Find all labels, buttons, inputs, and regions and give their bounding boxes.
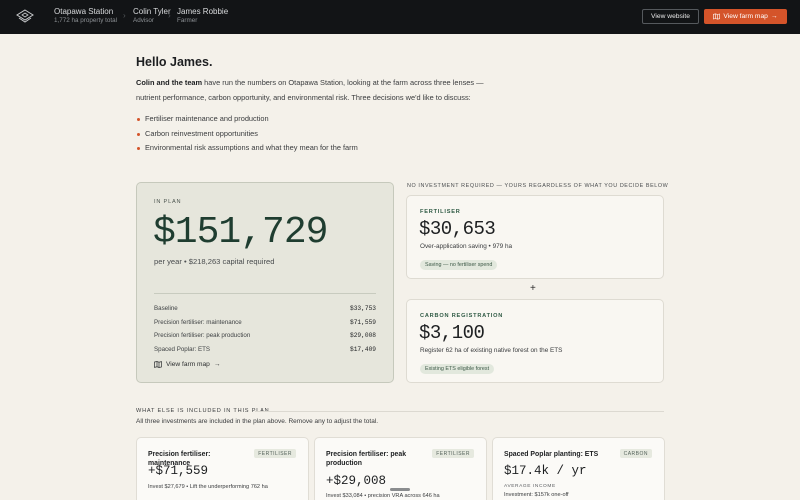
plan-breakdown: Baseline $33,753 Precision fertiliser: ma… — [154, 302, 376, 357]
status-badge: Existing ETS eligible forest — [420, 364, 495, 374]
intro-paragraph: Colin and the team have run the numbers … — [136, 75, 506, 105]
investment-name: Precision fertiliser: peak production — [326, 451, 407, 467]
investment-amount: +$71,559 — [148, 464, 209, 478]
table-row: Spaced Poplar: ETS $17,409 — [154, 343, 376, 357]
carbon-value: $3,100 — [419, 322, 485, 344]
farmer-role: Farmer — [177, 17, 198, 24]
fertiliser-value: $30,653 — [419, 218, 496, 240]
investment-card-spaced-poplar[interactable]: Spaced Poplar planting: ETS CARBON $17.4… — [492, 437, 665, 500]
fertiliser-eyebrow: FERTILISER — [420, 209, 461, 215]
view-website-button[interactable]: View website — [642, 9, 699, 24]
carbon-registration-card: CARBON REGISTRATION $3,100 Register 62 h… — [406, 299, 664, 383]
row-value: $29,008 — [350, 332, 376, 340]
layers-icon[interactable] — [16, 9, 34, 25]
row-label: Spaced Poplar: ETS — [154, 346, 211, 354]
table-row: Baseline $33,753 — [154, 302, 376, 316]
row-label: Precision fertiliser: maintenance — [154, 318, 242, 326]
investment-detail: Invest $33,084 • precision VRA across 64… — [326, 493, 440, 499]
breadcrumb-separator: › — [168, 11, 171, 20]
advisor-name: Colin Tyler — [133, 7, 171, 16]
list-item: Environmental risk assumptions and what … — [136, 141, 358, 156]
status-badge: Saving — no fertiliser spend — [420, 260, 498, 270]
row-label: Baseline — [154, 305, 178, 312]
property-name: Otapawa Station — [54, 7, 114, 16]
advisor-crumb: Colin Tyler Advisor — [133, 8, 171, 24]
investment-name: Spaced Poplar planting: ETS — [504, 451, 599, 458]
view-farm-map-label: View farm map — [723, 13, 768, 20]
map-icon — [713, 13, 721, 20]
fertiliser-saving-card: FERTILISER $30,653 Over-application savi… — [406, 195, 664, 279]
map-link-label: View farm map — [166, 361, 210, 368]
table-row: Precision fertiliser: maintenance $71,559 — [154, 316, 376, 330]
property-crumb[interactable]: Otapawa Station 1,772 ha property total — [54, 8, 117, 24]
investment-amount: +$29,008 — [326, 474, 387, 488]
map-icon — [154, 361, 162, 368]
investment-detail: Invest $27,679 • Lift the underperformin… — [148, 484, 268, 490]
arrow-right-icon: → — [770, 13, 778, 20]
farmer-crumb: James Robbie Farmer — [177, 8, 228, 24]
investment-detail: Investment: $157k one-off — [504, 492, 569, 498]
carbon-eyebrow: CARBON REGISTRATION — [420, 313, 504, 319]
divider — [255, 411, 664, 412]
list-item: Fertiliser maintenance and production — [136, 112, 358, 127]
fertiliser-description: Over-application saving • 979 ha — [420, 243, 513, 250]
table-row: Precision fertiliser: peak production $29… — [154, 329, 376, 343]
arrow-right-icon: → — [213, 361, 221, 368]
plan-eyebrow: IN PLAN — [154, 199, 182, 205]
investment-card-fertiliser-maintenance[interactable]: Precision fertiliser: maintenance FERTIL… — [136, 437, 309, 500]
row-value: $71,559 — [350, 318, 376, 326]
plan-total: $151,729 — [153, 211, 328, 254]
category-tag: FERTILISER — [432, 449, 474, 458]
intro-lead-bold: Colin and the team — [136, 78, 203, 87]
decision-list: Fertiliser maintenance and production Ca… — [136, 112, 358, 156]
also-included-subtitle: All three investments are included in th… — [136, 418, 379, 425]
row-value: $33,753 — [350, 305, 376, 312]
row-value: $17,409 — [350, 346, 376, 354]
investment-amount: $17.4k / yr — [504, 464, 587, 478]
category-tag: CARBON — [619, 449, 652, 458]
view-farm-map-button[interactable]: View farm map → — [704, 9, 787, 24]
scroll-handle[interactable] — [390, 488, 410, 491]
also-included-heading: WHAT ELSE IS INCLUDED IN THIS PLAN — [136, 408, 270, 414]
list-item: Carbon reinvestment opportunities — [136, 127, 358, 142]
property-size: 1,772 ha property total — [54, 17, 118, 24]
average-income-label: AVERAGE INCOME — [504, 484, 556, 489]
plan-summary-card: IN PLAN $151,729 per year • $218,263 cap… — [136, 182, 394, 383]
carbon-description: Register 62 ha of existing native forest… — [420, 347, 563, 354]
plus-icon: + — [530, 283, 536, 294]
farmer-name: James Robbie — [177, 7, 229, 16]
divider — [154, 293, 376, 294]
page-greeting: Hello James. — [136, 55, 213, 69]
row-label: Precision fertiliser: peak production — [154, 332, 251, 340]
plan-view-farm-map-link[interactable]: View farm map → — [154, 361, 220, 368]
no-investment-heading: NO INVESTMENT REQUIRED — YOURS REGARDLES… — [407, 183, 669, 189]
advisor-role: Advisor — [133, 17, 154, 24]
breadcrumb-separator: › — [123, 11, 126, 20]
top-bar: Otapawa Station 1,772 ha property total … — [0, 0, 800, 34]
plan-subtitle: per year • $218,263 capital required — [154, 257, 275, 266]
category-tag: FERTILISER — [254, 449, 296, 458]
